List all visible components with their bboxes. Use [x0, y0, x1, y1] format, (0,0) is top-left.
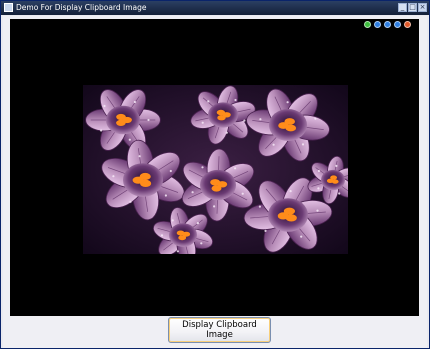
window-title: Demo For Display Clipboard Image	[16, 3, 147, 12]
viewer-toolbar	[364, 21, 411, 29]
nav-icon-1[interactable]	[364, 21, 371, 28]
stamen	[330, 175, 337, 180]
stamen	[178, 235, 187, 241]
app-icon	[4, 3, 13, 12]
stamen	[116, 113, 126, 121]
stamen	[285, 124, 297, 132]
display-clipboard-image-button[interactable]: Display Clipboard Image	[168, 317, 271, 343]
image-display-area	[10, 19, 419, 316]
stamen	[211, 185, 222, 192]
nav-icon-5[interactable]	[404, 21, 411, 28]
stamen	[116, 119, 126, 126]
stamen	[222, 112, 231, 118]
content-panel: Display Clipboard Image	[3, 16, 427, 348]
crocus-image	[83, 85, 348, 254]
nav-icon-3[interactable]	[384, 21, 391, 28]
stamen	[277, 212, 289, 220]
minimize-button[interactable]: _	[398, 3, 407, 12]
app-window: Demo For Display Clipboard Image _ □ × D…	[0, 0, 430, 349]
maximize-button[interactable]: □	[408, 3, 417, 12]
stamen	[176, 230, 185, 236]
nav-icon-2[interactable]	[374, 21, 381, 28]
stamen	[139, 172, 151, 181]
stamen	[284, 118, 295, 125]
close-button[interactable]: ×	[418, 3, 427, 12]
nav-icon-4[interactable]	[394, 21, 401, 28]
clipboard-image	[83, 85, 348, 254]
title-bar[interactable]: Demo For Display Clipboard Image _ □ ×	[1, 1, 429, 15]
